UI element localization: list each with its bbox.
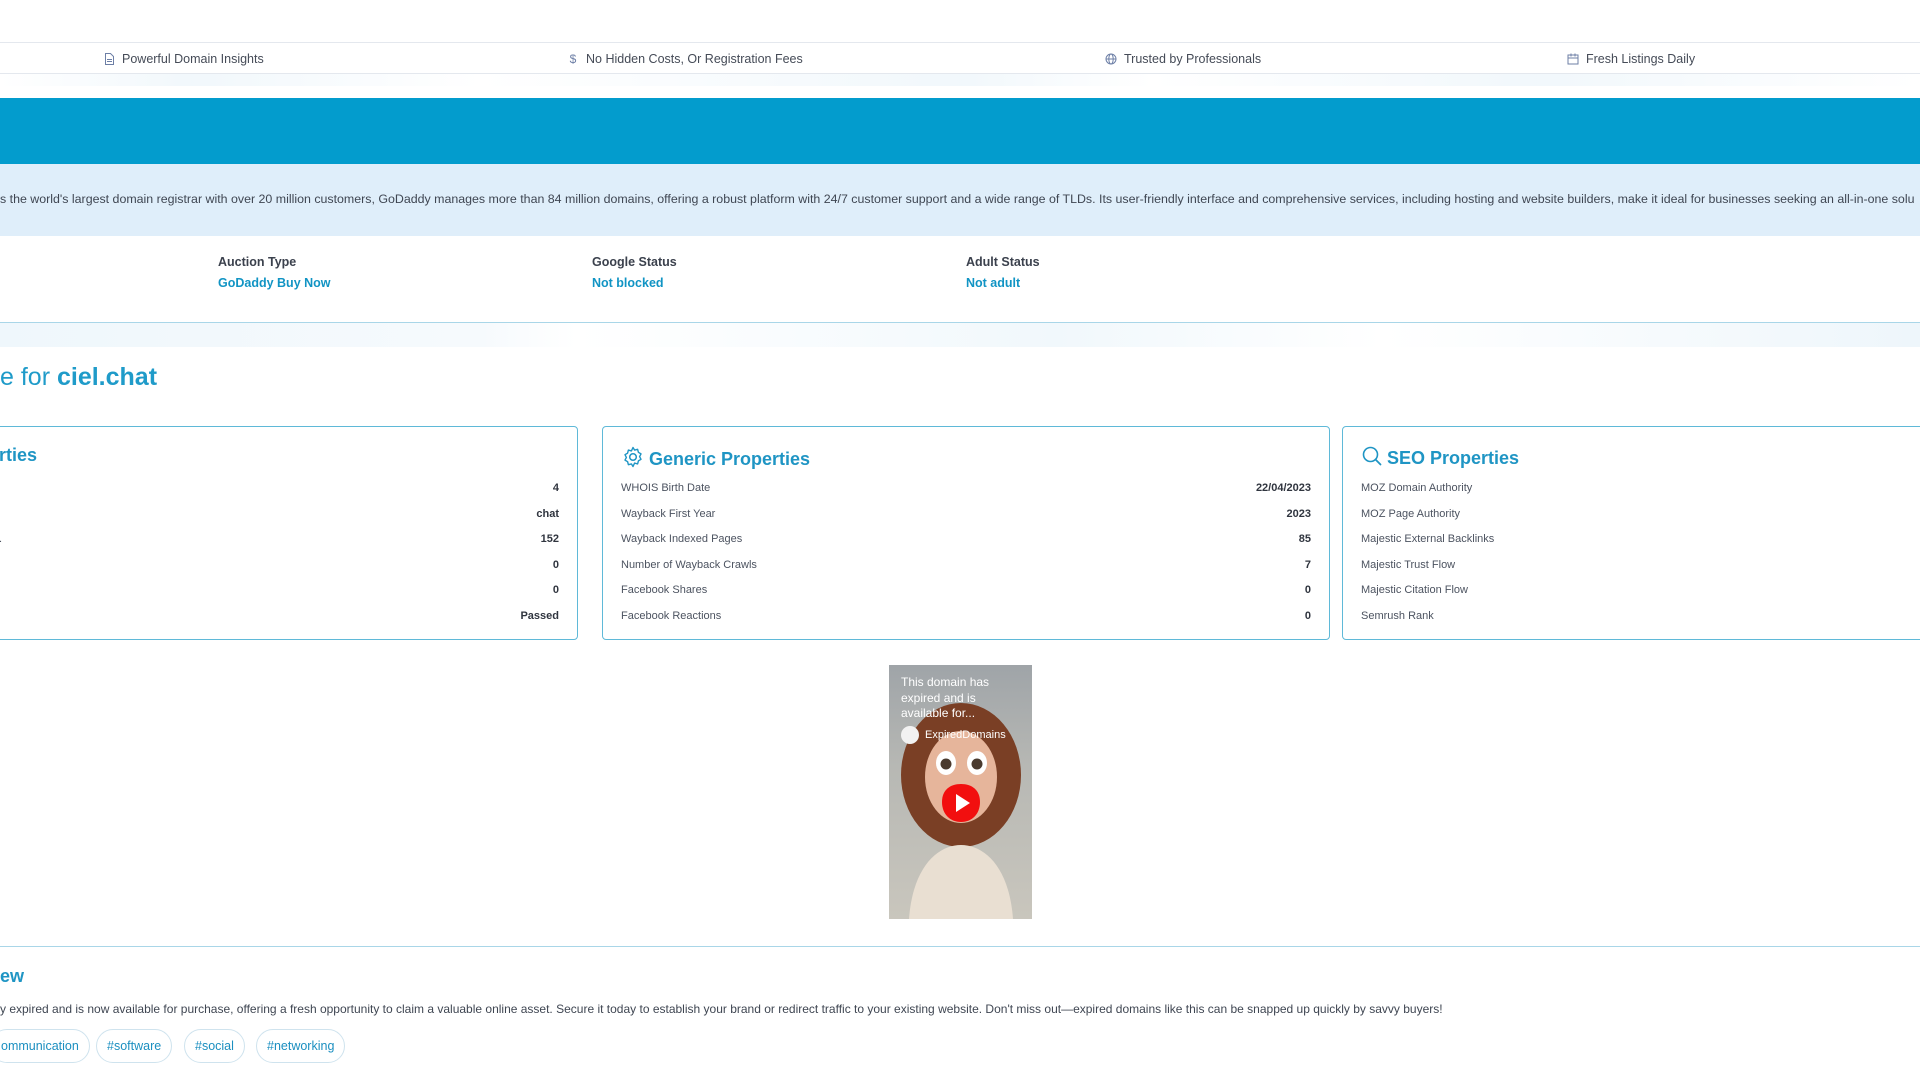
property-value: 2023 xyxy=(1286,508,1311,520)
feature-label: Powerful Domain Insights xyxy=(122,52,264,66)
property-row: Wayback First Year 2023 xyxy=(621,508,1311,528)
globe-icon xyxy=(1104,52,1118,66)
calendar-icon xyxy=(1566,52,1580,66)
property-value: 0 xyxy=(1304,610,1311,622)
property-row: Majestic External Backlinks xyxy=(1361,533,1920,553)
seo-properties-card: SEO Properties MOZ Domain Authority MOZ … xyxy=(1342,426,1920,640)
info-auction-type: Auction Type GoDaddy Buy Now xyxy=(218,255,331,290)
review-text: y expired and is now available for purch… xyxy=(0,1002,1443,1016)
property-value: 7 xyxy=(1304,559,1311,571)
info-value[interactable]: GoDaddy Buy Now xyxy=(218,276,331,290)
gear-icon xyxy=(621,445,645,474)
feature-label: Fresh Listings Daily xyxy=(1586,52,1696,66)
channel-name: ExpiredDomains xyxy=(925,729,1006,741)
feature-label: No Hidden Costs, Or Registration Fees xyxy=(586,52,803,66)
property-row: Facebook Shares 0 xyxy=(621,584,1311,604)
info-label: Adult Status xyxy=(966,255,1040,269)
card-title: Generic Properties xyxy=(649,449,811,469)
decorative-wave xyxy=(0,74,1920,86)
feature-item: $ No Hidden Costs, Or Registration Fees xyxy=(566,52,803,66)
property-row: Number of Wayback Crawls 7 xyxy=(621,559,1311,579)
registrar-description: s the world's largest domain registrar w… xyxy=(0,192,1915,206)
property-row: chat xyxy=(0,508,559,528)
property-label: Wayback Indexed Pages xyxy=(621,533,743,545)
dollar-icon: $ xyxy=(569,52,577,66)
property-label: Semrush Rank xyxy=(1361,610,1434,622)
property-label: WHOIS Birth Date xyxy=(621,482,711,494)
feature-item: Powerful Domain Insights xyxy=(102,52,264,66)
property-label: Facebook Shares xyxy=(621,584,708,596)
property-row: Facebook Reactions 0 xyxy=(621,610,1311,630)
video-channel[interactable]: ExpiredDomains xyxy=(901,726,1006,744)
info-label: Google Status xyxy=(592,255,677,269)
overview-heading: e for ciel.chat xyxy=(0,363,157,392)
property-row: 4 xyxy=(0,482,559,502)
property-label: Majestic External Backlinks xyxy=(1361,533,1495,545)
property-row: Semrush Rank xyxy=(1361,610,1920,630)
feature-item: Fresh Listings Daily xyxy=(1566,52,1695,66)
info-adult-status: Adult Status Not adult xyxy=(966,255,1040,290)
tag-chip[interactable]: ommunication xyxy=(0,1029,90,1063)
property-label: Number of Wayback Crawls xyxy=(621,559,757,571)
decorative-wave xyxy=(0,323,1920,347)
property-row: 0 xyxy=(0,559,559,579)
property-label: Wayback First Year xyxy=(621,508,716,520)
card-title: rties xyxy=(0,445,38,465)
video-caption: This domain has expired and is available… xyxy=(901,675,990,720)
property-value: Passed xyxy=(520,610,559,622)
info-google-status: Google Status Not blocked xyxy=(592,255,677,290)
youtube-play-icon[interactable] xyxy=(938,780,984,826)
heading-prefix: e for xyxy=(0,363,57,391)
property-value: 0 xyxy=(1304,584,1311,596)
property-value: 0 xyxy=(552,559,559,571)
property-row: Majestic Trust Flow xyxy=(1361,559,1920,579)
generic-properties-card: Generic Properties WHOIS Birth Date 22/04… xyxy=(602,426,1330,640)
property-row: MOZ Domain Authority xyxy=(1361,482,1920,502)
property-value: 22/04/2023 xyxy=(1255,482,1311,494)
card-title-wrap: SEO Properties xyxy=(1361,445,1519,472)
property-value: 4 xyxy=(552,482,559,494)
property-row: Majestic Citation Flow xyxy=(1361,584,1920,604)
property-value: 85 xyxy=(1298,533,1311,545)
channel-avatar xyxy=(901,726,919,744)
tag-chip[interactable]: #social xyxy=(184,1029,245,1063)
registrar-banner xyxy=(0,98,1920,164)
property-value: chat xyxy=(536,508,559,520)
property-value: 0 xyxy=(552,584,559,596)
property-label: Facebook Reactions xyxy=(621,610,722,622)
property-row: MOZ Page Authority xyxy=(1361,508,1920,528)
divider xyxy=(0,946,1920,947)
property-label: MOZ Domain Authority xyxy=(1361,482,1473,494)
property-label: . xyxy=(0,533,2,545)
property-value: 152 xyxy=(540,533,559,545)
features-bar: Powerful Domain Insights $ No Hidden Cos… xyxy=(0,42,1920,74)
info-value: Not adult xyxy=(966,276,1021,290)
info-value: Not blocked xyxy=(592,276,664,290)
registrar-description-band: s the world's largest domain registrar w… xyxy=(0,164,1920,236)
video-player[interactable]: This domain has expired and is available… xyxy=(889,665,1032,919)
property-label: Majestic Trust Flow xyxy=(1361,559,1456,571)
property-row: Passed xyxy=(0,610,559,630)
review-heading: ew xyxy=(0,966,25,986)
domain-name: ciel.chat xyxy=(56,363,158,391)
tag-chip[interactable]: #software xyxy=(96,1029,173,1063)
property-label: Majestic Citation Flow xyxy=(1361,584,1468,596)
domain-properties-card: rties 4 chat . 152 0 0 Passed xyxy=(0,426,578,640)
document-icon xyxy=(102,52,116,66)
property-row: . 152 xyxy=(0,533,559,553)
card-title: SEO Properties xyxy=(1387,448,1520,468)
property-row: WHOIS Birth Date 22/04/2023 xyxy=(621,482,1311,502)
feature-item: Trusted by Professionals xyxy=(1104,52,1261,66)
info-label: Auction Type xyxy=(218,255,297,269)
search-icon xyxy=(1361,445,1383,472)
card-title-wrap: Generic Properties xyxy=(621,445,810,474)
property-row: 0 xyxy=(0,584,559,604)
property-label: MOZ Page Authority xyxy=(1361,508,1461,520)
property-row: Wayback Indexed Pages 85 xyxy=(621,533,1311,553)
feature-label: Trusted by Professionals xyxy=(1124,52,1262,66)
tag-chip[interactable]: #networking xyxy=(256,1029,346,1063)
